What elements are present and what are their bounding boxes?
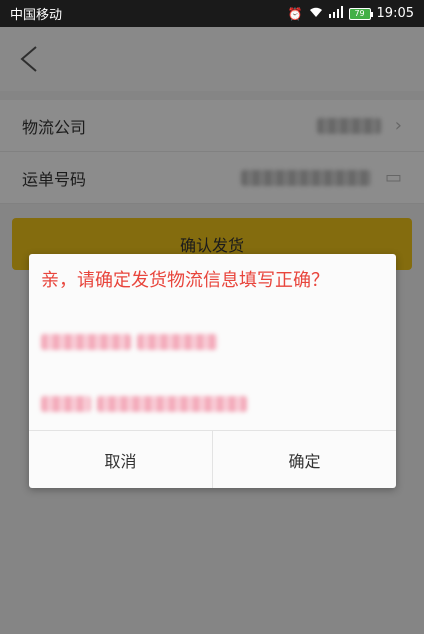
cancel-button[interactable]: 取消 [29,431,212,488]
dialog-company-line [41,334,217,350]
battery-icon: 79 [348,7,373,20]
status-bar: 中国移动 ⏰ 79 19:05 [0,0,424,27]
dialog-company-value [137,334,217,350]
status-icons: ⏰ 79 19:05 [288,6,414,21]
dialog-title: 亲，请确定发货物流信息填写正确？ [41,270,329,291]
wifi-icon [309,6,323,21]
dialog-tracking-value [97,396,247,412]
signal-icon [328,6,343,21]
confirm-dialog: 亲，请确定发货物流信息填写正确？ 取消 确定 [29,254,396,488]
dialog-tracking-line [41,396,247,412]
clock-time: 19:05 [376,6,414,21]
carrier-name: 中国移动 [10,8,63,23]
ok-button[interactable]: 确定 [212,431,396,488]
alarm-icon: ⏰ [287,6,303,21]
dialog-actions: 取消 确定 [29,430,396,488]
